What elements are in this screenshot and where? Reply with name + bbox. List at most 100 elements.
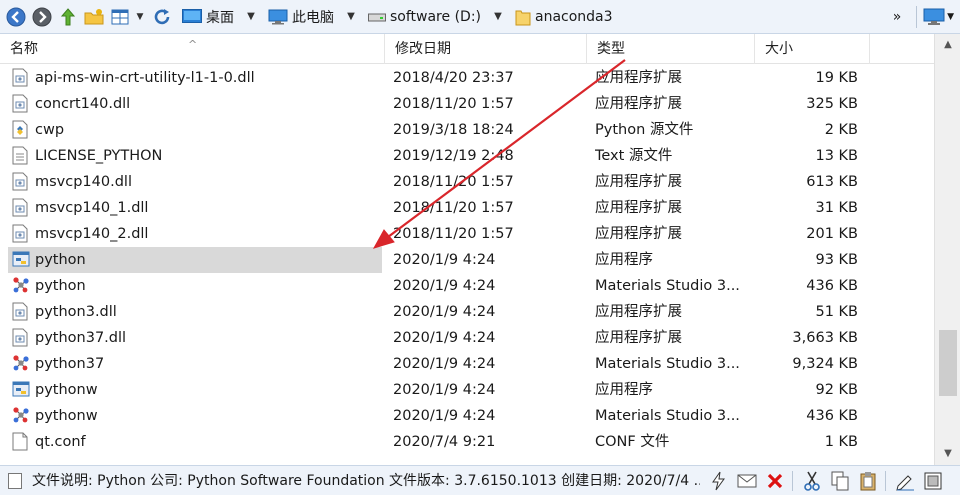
file-size: 325 KB [806, 96, 858, 112]
column-header-type[interactable]: 类型 [587, 34, 755, 64]
status-actions [708, 470, 950, 492]
paste-button[interactable] [857, 470, 879, 492]
envelope-icon [737, 474, 757, 488]
delete-button[interactable] [764, 470, 786, 492]
refresh-button[interactable] [150, 5, 174, 29]
file-size: 51 KB [815, 304, 858, 320]
view-mode-dropdown[interactable]: ▼ [134, 5, 146, 29]
file-name: pythonw [35, 382, 98, 398]
file-type: 应用程序扩展 [595, 174, 682, 190]
grid-view-icon [111, 9, 129, 24]
file-row-selected[interactable]: python 2020/1/9 4:24 应用程序 93 KB [0, 247, 934, 273]
file-date: 2019/3/18 18:24 [393, 122, 514, 138]
drive-icon [368, 11, 386, 23]
column-header-label: 大小 [765, 41, 793, 57]
scroll-down-icon[interactable]: ▼ [935, 445, 960, 463]
monitor-icon [923, 8, 945, 25]
file-type: 应用程序扩展 [595, 200, 682, 216]
file-row[interactable]: qt.conf 2020/7/4 9:21 CONF 文件 1 KB [0, 429, 934, 455]
back-button[interactable] [4, 5, 28, 29]
file-name: python37 [35, 356, 105, 372]
file-row[interactable]: LICENSE_PYTHON 2019/12/19 2:48 Text 源文件 … [0, 143, 934, 169]
scrollbar-thumb[interactable] [939, 330, 957, 396]
flash-button[interactable] [708, 470, 730, 492]
forward-arrow-icon [32, 7, 52, 26]
file-type: Python 源文件 [595, 122, 694, 138]
folder-star-icon [84, 8, 104, 24]
lightning-icon [712, 471, 725, 491]
file-row[interactable]: python37 2020/1/9 4:24 Materials Studio … [0, 351, 934, 377]
file-date: 2020/1/9 4:24 [393, 330, 496, 346]
file-date: 2018/11/20 1:57 [393, 226, 514, 242]
toolbar-right-group: » ▼ [884, 5, 954, 29]
view-mode-button[interactable] [108, 5, 132, 29]
properties-icon [924, 472, 942, 490]
file-row[interactable]: msvcp140_2.dll 2018/11/20 1:57 应用程序扩展 20… [0, 221, 934, 247]
file-row[interactable]: pythonw 2020/1/9 4:24 应用程序 92 KB [0, 377, 934, 403]
breadcrumb-overflow-button[interactable]: » [884, 5, 910, 29]
breadcrumb-drive-d[interactable]: software (D:) [362, 5, 487, 29]
file-row[interactable]: cwp 2019/3/18 18:24 Python 源文件 2 KB [0, 117, 934, 143]
file-type: 应用程序扩展 [595, 226, 682, 242]
file-row[interactable]: api-ms-win-crt-utility-l1-1-0.dll 2018/4… [0, 65, 934, 91]
status-bar: 文件说明: Python 公司: Python Software Foundat… [0, 465, 960, 495]
file-size: 31 KB [815, 200, 858, 216]
file-name: LICENSE_PYTHON [35, 148, 163, 164]
file-date: 2020/1/9 4:24 [393, 382, 496, 398]
status-text: 文件说明: Python 公司: Python Software Foundat… [32, 473, 700, 489]
file-properties-icon [8, 473, 22, 489]
file-name: api-ms-win-crt-utility-l1-1-0.dll [35, 70, 255, 86]
back-arrow-icon [6, 7, 26, 26]
desktop-switch-button[interactable]: ▼ [923, 8, 954, 26]
column-header-size[interactable]: 大小 [755, 34, 870, 64]
breadcrumb-chevron-down-icon[interactable]: ▼ [240, 5, 262, 29]
breadcrumb-chevron-down-icon[interactable]: ▼ [487, 5, 509, 29]
file-size: 13 KB [815, 148, 858, 164]
breadcrumb-this-pc[interactable]: 此电脑 [262, 5, 340, 29]
breadcrumb-chevron-down-icon[interactable]: ▼ [340, 5, 362, 29]
column-header-date[interactable]: 修改日期 [385, 34, 587, 64]
file-date: 2019/12/19 2:48 [393, 148, 514, 164]
file-name: python [35, 252, 86, 268]
separator [792, 471, 793, 491]
breadcrumb-label: anaconda3 [535, 8, 613, 25]
delete-x-icon [767, 473, 783, 489]
cut-button[interactable] [801, 470, 823, 492]
new-folder-button[interactable] [82, 5, 106, 29]
properties-button[interactable] [922, 470, 944, 492]
file-size: 92 KB [815, 382, 858, 398]
file-type: 应用程序 [595, 382, 653, 398]
file-name: msvcp140.dll [35, 174, 132, 190]
rename-button[interactable] [894, 470, 916, 492]
file-row[interactable]: python37.dll 2020/1/9 4:24 应用程序扩展 3,663 … [0, 325, 934, 351]
file-size: 201 KB [806, 226, 858, 242]
file-row[interactable]: msvcp140.dll 2018/11/20 1:57 应用程序扩展 613 … [0, 169, 934, 195]
breadcrumb-desktop[interactable]: 桌面 [176, 5, 240, 29]
vertical-scrollbar[interactable]: ▲ ▼ [934, 34, 960, 465]
sort-ascending-icon: ^ [188, 38, 198, 51]
clipboard-icon [860, 472, 876, 491]
up-folder-button[interactable] [56, 5, 80, 29]
column-header-name[interactable]: 名称 ^ [0, 34, 385, 64]
mail-button[interactable] [736, 470, 758, 492]
file-date: 2018/11/20 1:57 [393, 200, 514, 216]
column-header-label: 名称 [10, 41, 38, 57]
file-size: 613 KB [806, 174, 858, 190]
file-row[interactable]: pythonw 2020/1/9 4:24 Materials Studio 3… [0, 403, 934, 429]
file-row[interactable]: msvcp140_1.dll 2018/11/20 1:57 应用程序扩展 31… [0, 195, 934, 221]
file-date: 2020/1/9 4:24 [393, 356, 496, 372]
file-row[interactable]: concrt140.dll 2018/11/20 1:57 应用程序扩展 325… [0, 91, 934, 117]
file-size: 1 KB [824, 434, 858, 450]
folder-icon [515, 8, 531, 26]
scroll-up-icon[interactable]: ▲ [935, 36, 960, 54]
copy-button[interactable] [829, 470, 851, 492]
forward-button[interactable] [30, 5, 54, 29]
breadcrumb-label: 此电脑 [292, 9, 334, 26]
file-row[interactable]: python3.dll 2020/1/9 4:24 应用程序扩展 51 KB [0, 299, 934, 325]
file-date: 2020/1/9 4:24 [393, 304, 496, 320]
column-header-label: 类型 [597, 41, 625, 57]
file-row[interactable]: python 2020/1/9 4:24 Materials Studio 3.… [0, 273, 934, 299]
breadcrumb-anaconda3[interactable]: anaconda3 [509, 5, 619, 29]
file-size: 9,324 KB [792, 356, 858, 372]
column-header-row: 名称 ^ 修改日期 类型 大小 [0, 34, 934, 64]
